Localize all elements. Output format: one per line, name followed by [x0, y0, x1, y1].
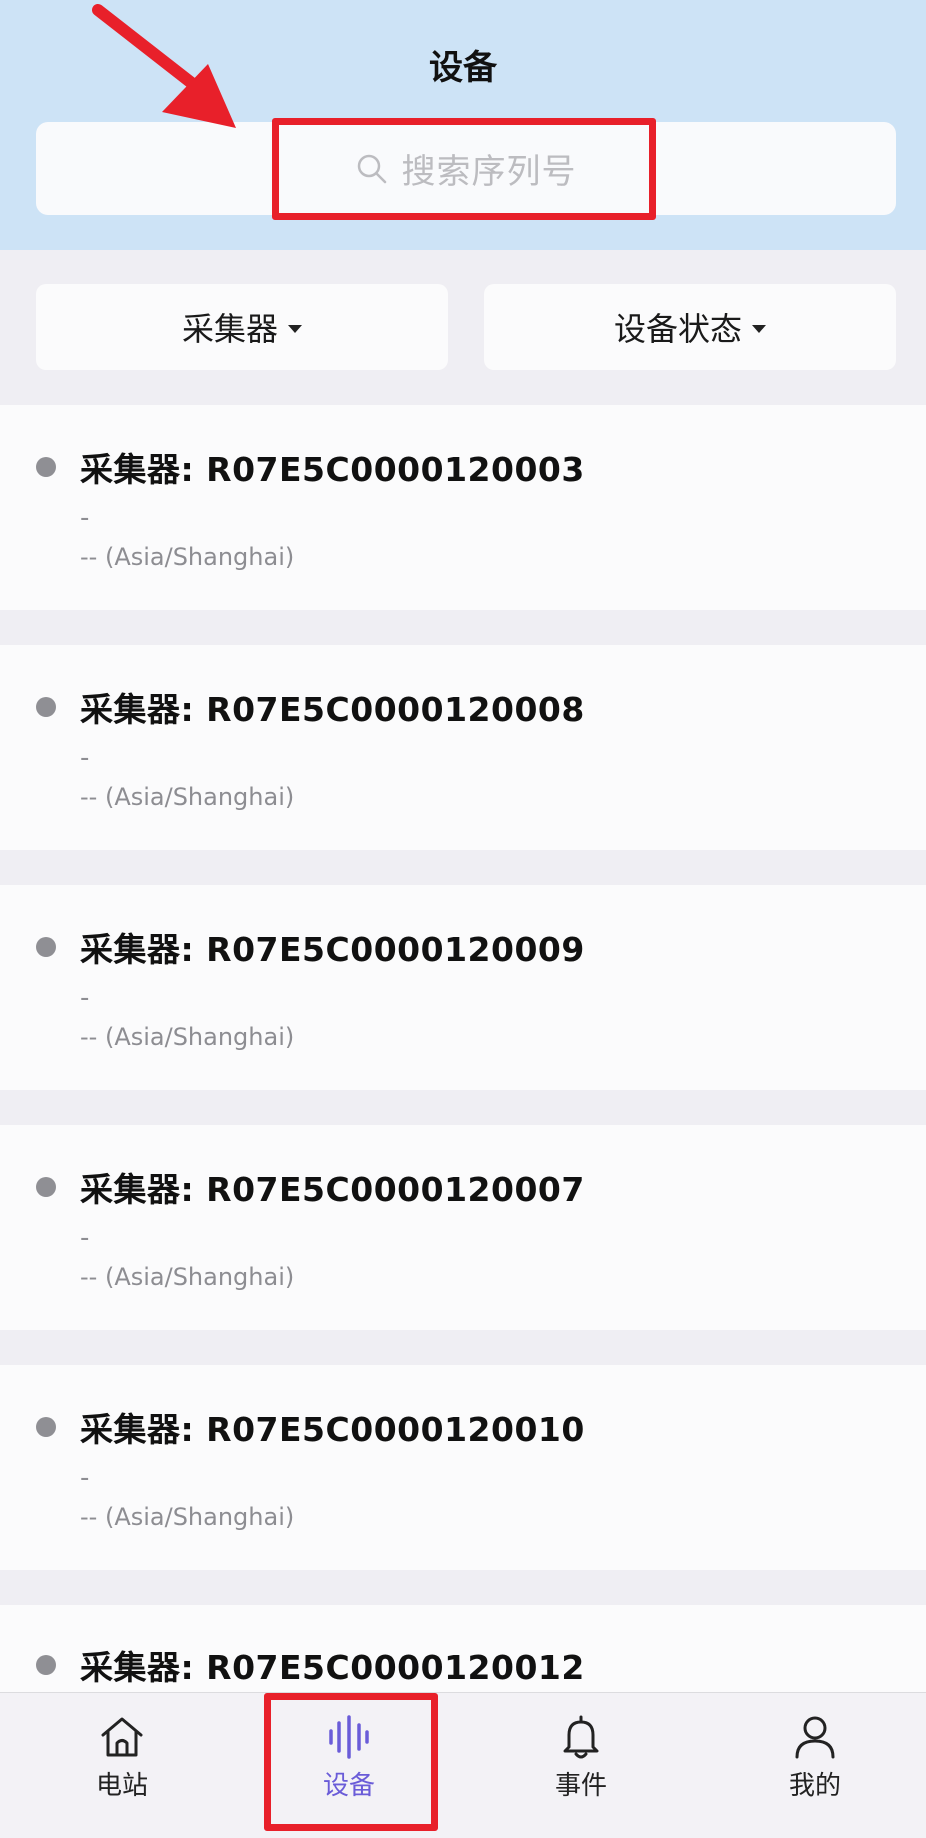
status-dot [36, 937, 56, 957]
bottom-tab-bar: 电站 设备 事件 我的 [0, 1692, 926, 1838]
device-timezone: -- (Asia/Shanghai) [80, 1023, 295, 1051]
status-dot [36, 1655, 56, 1675]
tab-devices-label: 设备 [322, 1771, 375, 1801]
device-subtitle: - [80, 1223, 90, 1253]
device-subtitle: - [80, 983, 90, 1013]
device-timezone: -- (Asia/Shanghai) [80, 1263, 295, 1291]
tab-mine[interactable]: 我的 [740, 1693, 890, 1838]
device-card[interactable]: 采集器: R07E5C0000120008 - -- (Asia/Shangha… [0, 645, 926, 850]
status-dot [36, 457, 56, 477]
header: 设备 搜索序列号 [0, 0, 926, 250]
search-inner: 搜索序列号 [356, 144, 577, 193]
device-card[interactable]: 采集器: R07E5C0000120003 - -- (Asia/Shangha… [0, 405, 926, 610]
device-card[interactable]: 采集器: R07E5C0000120010 - -- (Asia/Shangha… [0, 1365, 926, 1570]
filter-collector-button[interactable]: 采集器 [36, 284, 448, 370]
tab-mine-label: 我的 [788, 1771, 841, 1801]
search-input[interactable]: 搜索序列号 [36, 122, 896, 215]
home-icon [101, 1717, 143, 1757]
device-card[interactable]: 采集器: R07E5C0000120009 - -- (Asia/Shangha… [0, 885, 926, 1090]
device-card[interactable]: 采集器: R07E5C0000120007 - -- (Asia/Shangha… [0, 1125, 926, 1330]
device-timezone: -- (Asia/Shanghai) [80, 1503, 295, 1531]
device-subtitle: - [80, 743, 90, 773]
filter-collector-label: 采集器 [181, 310, 278, 348]
status-dot [36, 1177, 56, 1197]
tab-events[interactable]: 事件 [506, 1693, 656, 1838]
device-title: 采集器: R07E5C0000120009 [80, 930, 585, 969]
device-title: 采集器: R07E5C0000120008 [80, 690, 585, 729]
filter-bar: 采集器 设备状态 [0, 250, 926, 405]
devices-page: 设备 搜索序列号 采集器 设备状态 采集器: R07E5C0000120003 … [0, 0, 926, 1838]
tab-station[interactable]: 电站 [47, 1693, 197, 1838]
caret-down-icon [288, 325, 302, 333]
filter-status-button[interactable]: 设备状态 [484, 284, 896, 370]
device-title: 采集器: R07E5C0000120003 [80, 450, 585, 489]
search-placeholder: 搜索序列号 [401, 152, 577, 192]
waveform-icon [329, 1715, 369, 1759]
person-icon [795, 1716, 835, 1759]
device-title: 采集器: R07E5C0000120010 [80, 1410, 585, 1449]
device-timezone: -- (Asia/Shanghai) [80, 543, 295, 571]
filter-status-label: 设备状态 [613, 310, 742, 348]
device-subtitle: - [80, 503, 90, 533]
tab-station-label: 电站 [95, 1771, 148, 1801]
status-dot [36, 697, 56, 717]
device-title: 采集器: R07E5C0000120012 [80, 1648, 585, 1687]
bell-icon [563, 1715, 599, 1759]
device-subtitle: - [80, 1463, 90, 1493]
device-timezone: -- (Asia/Shanghai) [80, 783, 295, 811]
tab-events-label: 事件 [554, 1771, 607, 1801]
page-title: 设备 [429, 48, 497, 88]
search-icon [356, 153, 388, 185]
status-dot [36, 1417, 56, 1437]
tab-devices[interactable]: 设备 [274, 1693, 424, 1838]
caret-down-icon [752, 325, 766, 333]
device-title: 采集器: R07E5C0000120007 [80, 1170, 585, 1209]
